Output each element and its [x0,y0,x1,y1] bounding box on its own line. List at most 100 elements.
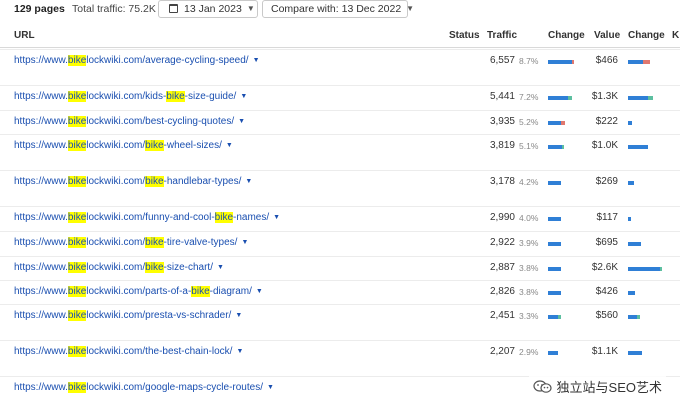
url-link[interactable]: https://www. bikelockwiki.com/funny-and-c… [14,212,280,223]
table-row: https://www.bikelockwiki.com/presta-vs-s… [0,304,680,340]
keyword-highlight: bike [67,91,87,102]
url-segment: lockwiki.com/the-best-chain-lock/ [86,346,233,357]
url-link[interactable]: https://www.bikelockwiki.com/parts-of-a-… [14,286,263,297]
url-prefix: https://www. [14,212,68,223]
traffic-share: 2.9% [519,347,539,357]
value-change-bar [628,60,662,64]
value-change-bar [628,181,662,185]
url-segment: lockwiki.com/google-maps-cycle-routes/ [86,382,263,393]
traffic-share: 4.0% [519,213,539,223]
url-link[interactable]: https://www.bikelockwiki.com/average-cyc… [14,55,260,66]
column-url[interactable]: URL [14,30,35,41]
url-dropdown-icon[interactable]: ▼ [253,57,260,64]
bar-segment [628,291,635,295]
keyword-highlight: bike [67,176,87,187]
table-row: https://www.bikelockwiki.com/bike-tire-v… [0,231,680,256]
url-segment: lockwiki.com/best-cycling-quotes/ [86,116,235,127]
column-value[interactable]: Value [594,30,620,41]
url-link[interactable]: https://www.bikelockwiki.com/the-best-ch… [14,346,243,357]
bar-segment [628,351,642,355]
column-change[interactable]: Change [548,30,585,41]
url-dropdown-icon[interactable]: ▼ [236,348,243,355]
url-segment: lockwiki.com/ [86,140,146,151]
keyword-highlight: bike [214,212,234,223]
url-segment: lockwiki.com/funny-and-cool- [86,212,215,223]
traffic-value: 2,207 [489,346,515,357]
table-row: https://www.bikelockwiki.com/best-cyclin… [0,110,680,134]
url-prefix: https://www. [14,382,68,393]
url-dropdown-icon[interactable]: ▼ [256,288,263,295]
url-link[interactable]: https://www.bikelockwiki.com/kids-bike-s… [14,91,247,102]
url-dropdown-icon[interactable]: ▼ [238,118,245,125]
url-segment: -size-chart/ [163,262,213,273]
keyword-highlight: bike [67,55,87,66]
bar-segment [628,60,643,64]
column-value-change[interactable]: Change [628,30,665,41]
bar-segment [628,267,660,271]
url-prefix: https://www. [14,346,68,357]
value-amount: $466 [595,55,618,66]
top-bar: 129 pages Total traffic: 75.2K 13 Jan 20… [0,0,680,22]
keyword-highlight: bike [67,262,87,273]
url-prefix: https://www. [14,140,68,151]
url-segment: lockwiki.com/presta-vs-schrader/ [86,310,232,321]
value-amount: $426 [595,286,618,297]
url-link[interactable]: https://www.bikelockwiki.com/presta-vs-s… [14,310,242,321]
url-link[interactable]: https://www.bikelockwiki.com/bike-handle… [14,176,252,187]
column-truncated[interactable]: K [672,30,679,41]
date-picker-button[interactable]: 13 Jan 2023 ▼ [158,0,258,18]
table-row: https://www.bikelockwiki.com/parts-of-a-… [0,280,680,304]
value-change-bar [628,217,662,221]
traffic-value: 2,826 [489,286,515,297]
keyword-highlight: bike [145,237,164,248]
bar-segment [548,145,562,149]
url-dropdown-icon[interactable]: ▼ [235,312,242,319]
url-segment: -names/ [233,212,270,223]
url-dropdown-icon[interactable]: ▼ [273,214,280,221]
column-traffic[interactable]: Traffic [487,30,517,41]
url-link[interactable]: https://www.bikelockwiki.com/bike-size-c… [14,262,224,273]
url-dropdown-icon[interactable]: ▼ [245,178,252,185]
url-link[interactable]: https://www.bikelockwiki.com/bike-tire-v… [14,237,248,248]
bar-segment-change [562,145,564,149]
url-segment: -diagram/ [209,286,252,297]
table-row: https://www.bikelockwiki.com/average-cyc… [0,49,680,85]
bar-segment-change [660,267,662,271]
watermark-text: 独立站与SEO艺术 [556,380,662,395]
column-status[interactable]: Status [449,30,480,41]
value-amount: $117 [596,212,618,223]
value-amount: $695 [595,237,618,248]
url-dropdown-icon[interactable]: ▼ [267,384,274,391]
url-dropdown-icon[interactable]: ▼ [240,93,247,100]
value-amount: $1.3K [591,91,618,102]
table-row: https://www. bikelockwiki.com/funny-and-c… [0,206,680,231]
url-link[interactable]: https://www.bikelockwiki.com/best-cyclin… [14,116,245,127]
bar-segment [628,181,634,185]
bar-segment [628,217,631,221]
url-dropdown-icon[interactable]: ▼ [241,239,248,246]
url-dropdown-icon[interactable]: ▼ [217,264,224,271]
bar-segment-change [558,315,561,319]
pages-count: 129 pages [14,3,65,15]
bar-segment-change [561,121,565,125]
value-change-bar [628,121,662,125]
bar-segment [628,315,637,319]
url-link[interactable]: https://www.bikelockwiki.com/google-maps… [14,382,274,393]
url-prefix: https://www. [14,176,68,187]
traffic-value: 6,557 [489,55,515,66]
traffic-share: 7.2% [519,92,539,102]
compare-dropdown[interactable]: Compare with: 13 Dec 2022 ▼ [262,0,414,18]
bar-segment-change [648,96,653,100]
bar-segment [548,315,558,319]
url-link[interactable]: https://www.bikelockwiki.com/bike-wheel-… [14,140,233,151]
keyword-highlight: bike [145,176,164,187]
table-row: https://www.bikelockwiki.com/bike-wheel-… [0,134,680,170]
url-dropdown-icon[interactable]: ▼ [226,142,233,149]
url-segment: lockwiki.com/ [86,176,146,187]
value-change-bar [628,291,662,295]
bar-segment [548,181,561,185]
chevron-down-icon: ▼ [246,4,255,13]
calendar-icon [169,4,178,13]
value-amount: $1.0K [591,140,618,151]
keyword-highlight: bike [145,262,164,273]
